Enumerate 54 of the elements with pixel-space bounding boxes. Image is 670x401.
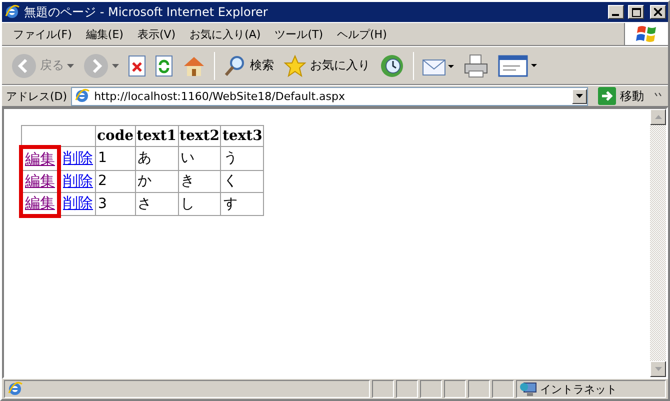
menu-item[interactable]: ツール(T) <box>268 26 330 42</box>
table-cell: う <box>220 146 264 170</box>
address-field[interactable]: http://localhost:1160/WebSite18/Default.aspx <box>71 86 588 106</box>
column-header: text3 <box>220 126 264 146</box>
table-cell: あ <box>135 146 178 170</box>
search-icon[interactable] <box>223 54 247 78</box>
maximize-icon <box>632 8 640 16</box>
down-arrow-icon <box>654 367 662 371</box>
close-button[interactable] <box>650 5 666 19</box>
table-cell: さ <box>135 192 178 216</box>
dropdown-caret-icon[interactable] <box>67 64 74 68</box>
table-cell: 1 <box>96 146 136 170</box>
stop-icon[interactable] <box>128 54 146 76</box>
caret-icon <box>576 94 583 98</box>
menu-item[interactable]: 表示(V) <box>130 26 183 42</box>
windows-flag-icon <box>636 24 658 44</box>
toolbar-label[interactable]: お気に入り <box>310 57 370 74</box>
menu-item[interactable]: ヘルプ(H) <box>330 26 394 42</box>
menu-item[interactable]: 編集(E) <box>78 26 130 42</box>
column-header: text2 <box>178 126 221 146</box>
column-header: code <box>96 126 136 146</box>
table-cell: か <box>135 170 178 192</box>
history-clock-icon[interactable] <box>379 52 405 78</box>
up-arrow-icon <box>654 115 662 119</box>
table-cell: い <box>178 146 221 170</box>
dropdown-button[interactable] <box>572 88 587 104</box>
close-icon <box>654 8 662 16</box>
table-cell: き <box>178 170 221 192</box>
menu-item[interactable]: ファイル(F) <box>6 26 79 42</box>
refresh-icon[interactable] <box>155 54 173 76</box>
star-icon[interactable] <box>283 54 307 78</box>
printer-icon[interactable] <box>463 54 489 78</box>
menu-item[interactable]: お気に入り(A) <box>182 26 268 42</box>
table-cell: 3 <box>96 192 136 216</box>
go-button[interactable]: 移動 <box>592 87 650 105</box>
browser-icon <box>4 4 20 20</box>
browser-icon <box>7 381 23 397</box>
scroll-down-button[interactable] <box>650 361 666 377</box>
table-cell: し <box>178 192 221 216</box>
zone-label: イントラネット <box>540 382 617 396</box>
toolbar-label[interactable]: 検索 <box>250 57 274 74</box>
table-cell: 2 <box>96 170 136 192</box>
minimize-button[interactable] <box>608 5 624 19</box>
table-cell: す <box>220 192 264 216</box>
address-label: アドレス(D) <box>6 88 68 104</box>
column-header: text1 <box>135 126 178 146</box>
edit-page-icon[interactable] <box>498 54 538 78</box>
dropdown-caret-icon[interactable] <box>112 64 119 68</box>
scroll-up-button[interactable] <box>650 109 666 125</box>
scrollbar[interactable] <box>650 109 666 377</box>
window-title: 無題のページ - Microsoft Internet Explorer <box>24 4 269 20</box>
maximize-button[interactable] <box>628 5 644 19</box>
table-cell: く <box>220 170 264 192</box>
browser-icon <box>74 88 90 104</box>
